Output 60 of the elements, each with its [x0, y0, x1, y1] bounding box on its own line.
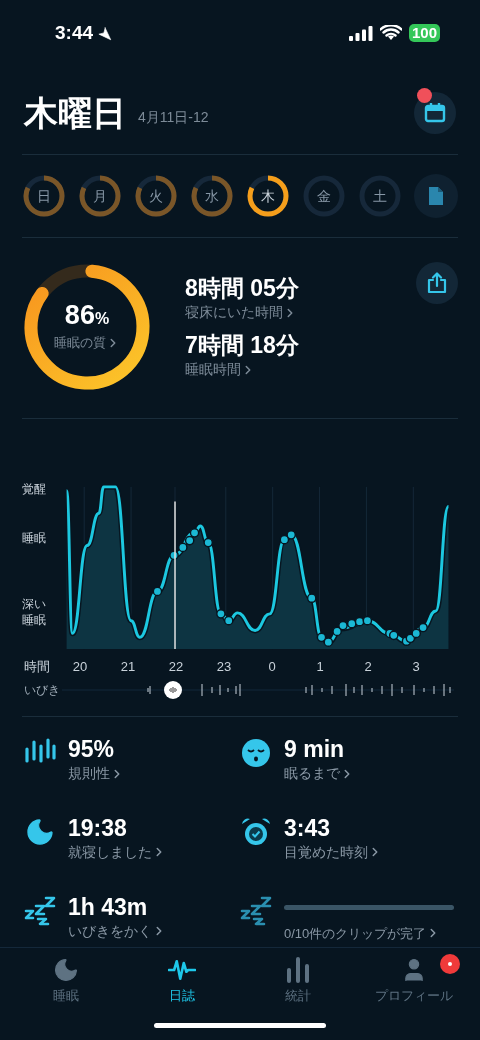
- waveform-icon: [168, 686, 178, 694]
- tab[interactable]: 日誌: [132, 956, 232, 1015]
- day-ring[interactable]: 月: [78, 174, 122, 218]
- duration-link[interactable]: 寝床にいた時間: [185, 302, 297, 323]
- zzz-icon: [24, 894, 56, 927]
- day-ring[interactable]: 火: [134, 174, 178, 218]
- day-ring[interactable]: 水: [190, 174, 234, 218]
- hour-tick: 3: [411, 658, 421, 677]
- stage-label: 覚醒: [22, 481, 47, 497]
- wifi-icon: [379, 25, 402, 41]
- calendar-icon: [424, 102, 446, 124]
- stat-link[interactable]: 0/10件のクリップが完了: [284, 923, 441, 944]
- day-ring[interactable]: 土: [358, 174, 402, 218]
- document-icon: [428, 186, 444, 206]
- date-range: 4月11日-12: [138, 108, 209, 127]
- share-icon: [427, 272, 447, 294]
- quality-link[interactable]: 睡眠の質: [54, 332, 120, 353]
- battery-level: 100: [408, 24, 440, 42]
- hour-tick: 23: [215, 658, 233, 677]
- sleepy-face-icon: [240, 737, 272, 769]
- tab[interactable]: 統計: [248, 956, 348, 1015]
- signal-icon: [348, 25, 373, 41]
- duration-value: 7時間 18分: [185, 331, 300, 359]
- stage-label: 深い睡眠: [22, 596, 47, 628]
- hour-tick: 22: [167, 658, 185, 677]
- hour-tick: 1: [315, 658, 325, 677]
- stat-link[interactable]: 就寝しました: [68, 841, 166, 863]
- snore-label: いびき: [24, 682, 61, 699]
- location-arrow-icon: [97, 25, 113, 41]
- stat-value: 1h 43m: [68, 892, 149, 921]
- day-ring[interactable]: 木: [246, 174, 290, 218]
- stat-value: 19:38: [68, 813, 128, 842]
- time-axis-label: 時間: [24, 658, 51, 677]
- quality-score: 86%: [64, 301, 110, 329]
- share-button[interactable]: [416, 262, 458, 304]
- stat-link[interactable]: 眠るまで: [284, 763, 354, 784]
- playhead-handle[interactable]: [164, 681, 182, 699]
- day-ring[interactable]: 日: [22, 174, 66, 218]
- tab[interactable]: 睡眠: [16, 956, 116, 1015]
- moon-icon: [52, 956, 80, 984]
- report-button[interactable]: [414, 174, 458, 218]
- tab[interactable]: プロフィール: [364, 956, 464, 1015]
- stat-link[interactable]: 目覚めた時刻: [284, 841, 382, 863]
- hour-tick: 20: [71, 658, 89, 677]
- stat-value: 3:43: [284, 813, 332, 842]
- duration-value: 8時間 05分: [185, 274, 300, 302]
- stat-link[interactable]: 規則性: [68, 763, 124, 784]
- hour-tick: 21: [119, 658, 137, 677]
- zzz-icon: [240, 894, 272, 927]
- hour-tick: 2: [363, 658, 373, 677]
- stat-value: 95%: [68, 735, 116, 763]
- stat-value: 9 min: [284, 735, 346, 763]
- stat-link[interactable]: いびきをかく: [68, 920, 166, 942]
- bar-chart-icon: [284, 956, 312, 984]
- status-time: 3:44: [55, 20, 94, 45]
- stage-label: 睡眠: [22, 530, 47, 546]
- day-title: 木曜日: [24, 96, 126, 130]
- hour-tick: 0: [267, 658, 277, 677]
- duration-link[interactable]: 睡眠時間: [185, 359, 255, 380]
- day-ring[interactable]: 金: [302, 174, 346, 218]
